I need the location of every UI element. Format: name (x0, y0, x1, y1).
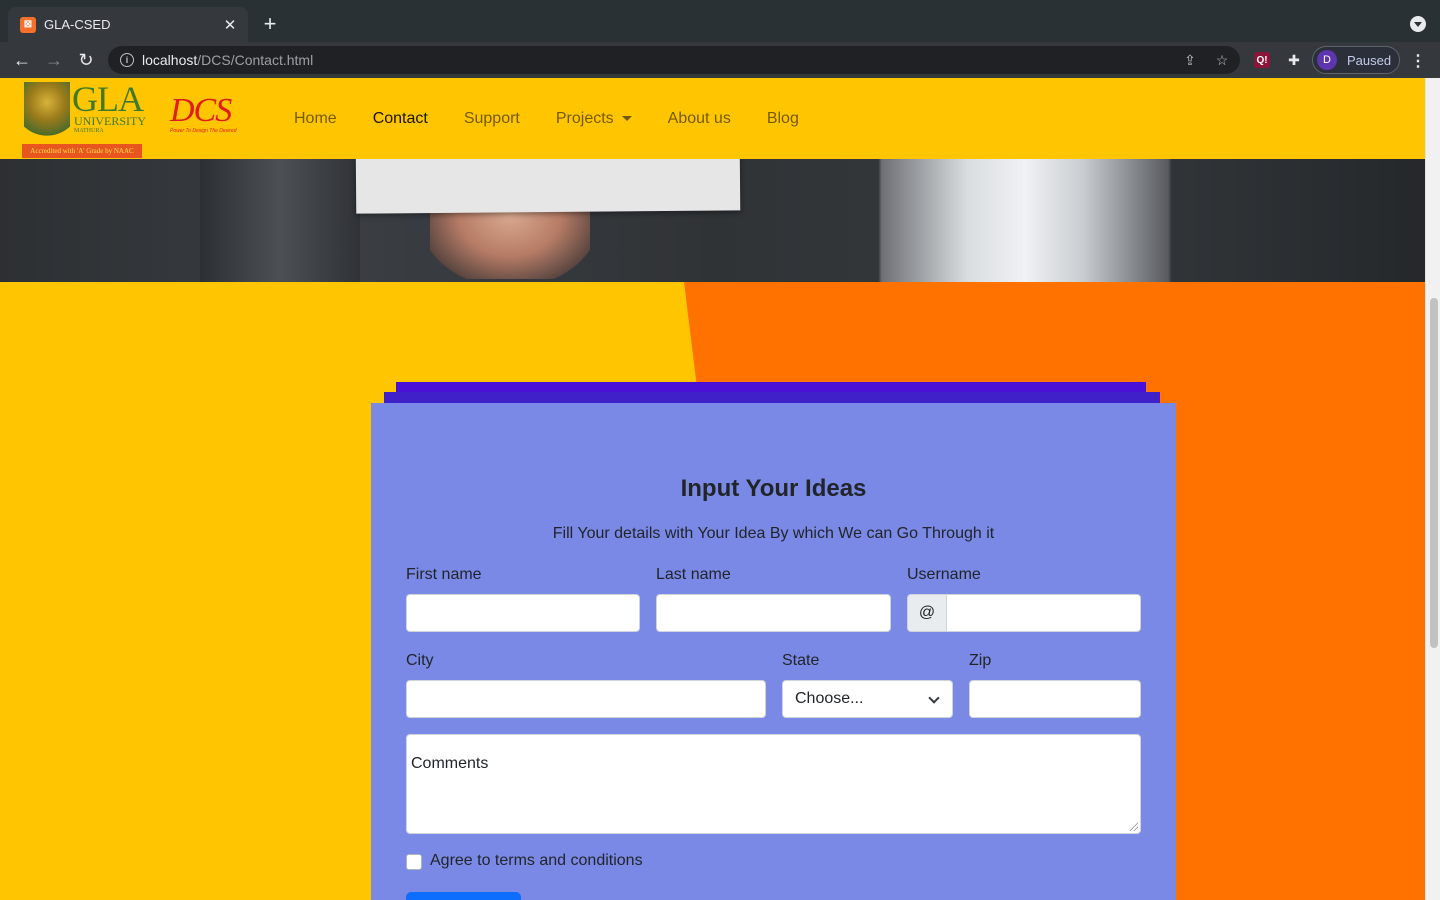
tab-search-icon[interactable] (1410, 16, 1426, 32)
site-navbar: GLA UNIVERSITY MATHURA Accredited with '… (0, 78, 1425, 159)
page-scrollbar[interactable] (1425, 78, 1440, 900)
state-label: State (782, 652, 820, 669)
tab-title: GLA-CSED (44, 17, 111, 32)
comments-placeholder: Comments (411, 755, 489, 772)
username-label: Username (907, 566, 981, 583)
dcs-logo[interactable]: DCS Power To Design The Desired (170, 94, 242, 138)
logo-city-text: MATHURA (74, 128, 104, 134)
hero-image (0, 159, 1425, 282)
state-selected-value: Choose... (795, 690, 864, 707)
xampp-favicon-icon: ⊠ (20, 16, 36, 33)
agree-label[interactable]: Agree to terms and conditions (430, 852, 643, 870)
profile-status: Paused (1347, 52, 1392, 68)
forward-icon[interactable]: → (44, 50, 64, 70)
nav-about[interactable]: About us (650, 110, 749, 128)
hero-shirt (880, 159, 1170, 282)
page-viewport: GLA UNIVERSITY MATHURA Accredited with '… (0, 78, 1440, 900)
chevron-down-icon (928, 692, 940, 704)
hero-sleeve (200, 159, 360, 282)
resize-grip-icon[interactable] (1130, 823, 1138, 831)
site-info-icon[interactable]: i (120, 53, 134, 67)
address-bar[interactable]: i localhost/DCS/Contact.html ⇪ ☆ (108, 46, 1240, 74)
nav-projects-label: Projects (555, 109, 614, 127)
comments-textarea[interactable]: Comments (406, 734, 1141, 834)
hero-business-card (355, 159, 741, 214)
new-tab-button[interactable]: + (258, 11, 282, 36)
university-crest-icon (24, 82, 70, 140)
ideas-form: Input Your Ideas Fill Your details with … (371, 403, 1176, 900)
username-group: @ (907, 594, 1141, 632)
at-sign-addon: @ (907, 594, 947, 632)
nav-contact[interactable]: Contact (355, 110, 446, 128)
close-tab-icon[interactable]: ✕ (222, 17, 238, 34)
browser-menu-icon[interactable]: ⋮ (1410, 51, 1426, 71)
profile-avatar: D (1317, 50, 1337, 70)
logo-dcs-tagline: Power To Design The Desired (170, 128, 237, 134)
bookmark-star-icon[interactable]: ☆ (1214, 52, 1230, 68)
nav-home[interactable]: Home (276, 110, 355, 128)
first-name-label: First name (406, 566, 482, 583)
zip-input[interactable] (969, 680, 1141, 718)
city-label: City (406, 652, 434, 669)
reload-icon[interactable]: ↻ (76, 50, 96, 70)
dropdown-caret-icon (621, 116, 632, 121)
last-name-label: Last name (656, 566, 731, 583)
nav-blog[interactable]: Blog (749, 110, 817, 128)
share-icon[interactable]: ⇪ (1182, 52, 1198, 68)
logo-accreditation-text: Accredited with 'A' Grade by NAAC (22, 144, 142, 158)
extension-q-icon[interactable]: Q! (1254, 52, 1270, 68)
zip-label: Zip (969, 652, 992, 669)
nav-support[interactable]: Support (446, 110, 538, 128)
profile-button[interactable]: D Paused (1312, 46, 1400, 74)
form-title: Input Your Ideas (680, 475, 867, 502)
nav-projects-dropdown[interactable]: Projects (538, 110, 650, 128)
browser-tab-bar: ⊠ GLA-CSED ✕ + (0, 0, 1440, 42)
submit-button[interactable] (406, 892, 521, 900)
city-input[interactable] (406, 680, 766, 718)
url-text: localhost/DCS/Contact.html (142, 52, 314, 68)
form-subtitle: Fill Your details with Your Idea By whic… (552, 525, 995, 542)
state-select[interactable]: Choose... (782, 680, 953, 718)
username-input[interactable] (947, 594, 1141, 632)
extensions-puzzle-icon[interactable]: ✚ (1285, 51, 1303, 69)
browser-tab[interactable]: ⊠ GLA-CSED ✕ (8, 7, 248, 42)
logo-university-text: UNIVERSITY (74, 114, 146, 128)
gla-university-logo[interactable]: GLA UNIVERSITY MATHURA Accredited with '… (22, 79, 146, 158)
last-name-input[interactable] (656, 594, 891, 632)
scrollbar-thumb[interactable] (1430, 298, 1438, 648)
first-name-input[interactable] (406, 594, 640, 632)
browser-toolbar: ← → ↻ i localhost/DCS/Contact.html ⇪ ☆ Q… (0, 42, 1440, 78)
main-nav: Home Contact Support Projects About us B… (276, 78, 817, 159)
agree-checkbox[interactable] (406, 854, 422, 870)
back-icon[interactable]: ← (12, 50, 32, 70)
logo-dcs-text: DCS (170, 92, 232, 129)
